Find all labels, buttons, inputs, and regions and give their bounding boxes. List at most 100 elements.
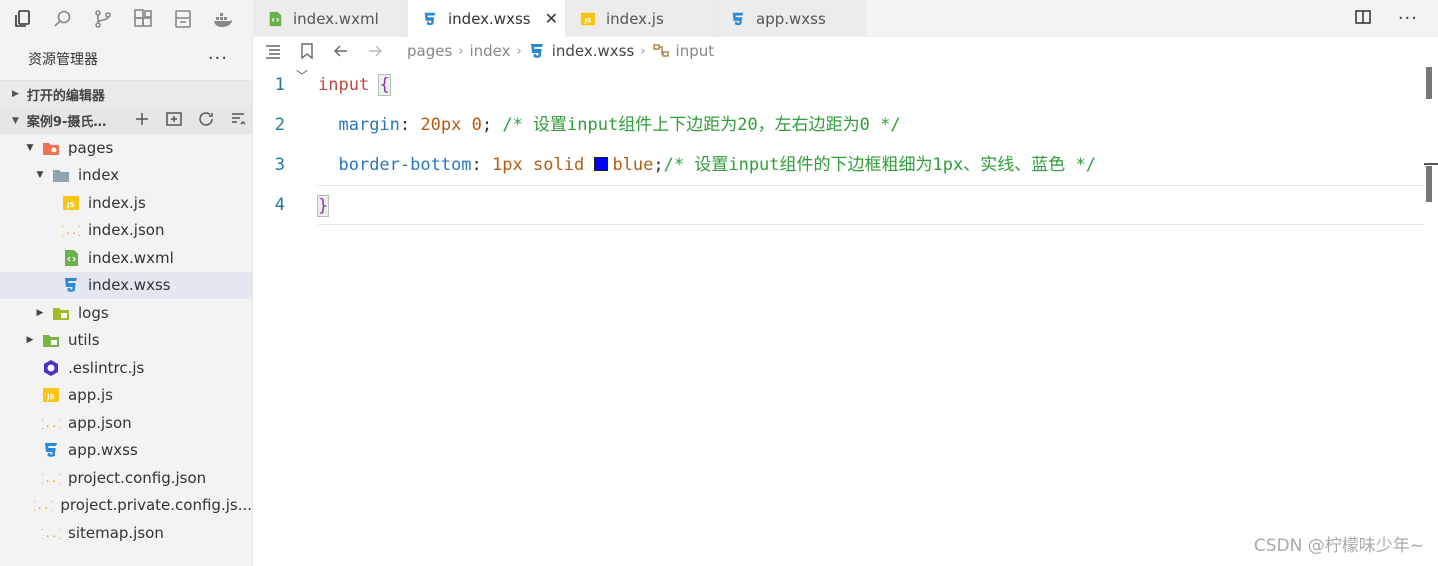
code-comment: /* 设置input组件的下边框粗细为1px、实线、蓝色 */ (663, 155, 1096, 175)
svg-text:{..}: {..} (62, 224, 80, 237)
source-control-icon[interactable] (92, 8, 114, 30)
tree-item-label: logs (78, 303, 109, 322)
chevron-right-icon: › (458, 43, 464, 59)
folder-icon (42, 331, 60, 349)
fold-chevron-icon[interactable]: ﹀ (296, 67, 308, 84)
tree-item[interactable]: app.wxss (0, 437, 252, 465)
docker-icon[interactable] (212, 8, 234, 30)
css-value: 1px (492, 155, 523, 175)
tree-item[interactable]: JS app.js (0, 382, 252, 410)
tree-item-label: app.js (68, 386, 113, 405)
search-icon[interactable] (52, 8, 74, 30)
explorer-header: 资源管理器 ··· (0, 37, 252, 80)
crumb-symbol[interactable]: input (676, 42, 715, 60)
tree-item[interactable]: ▼ index (0, 162, 252, 190)
code-line-1[interactable]: input { (318, 65, 1424, 105)
tab-label: app.wxss (756, 9, 826, 28)
bookmark-icon[interactable] (297, 41, 317, 61)
css-value: 0 (471, 115, 482, 135)
refresh-icon[interactable] (197, 110, 215, 132)
open-brace: { (378, 74, 391, 96)
json-file-icon: {..} (34, 496, 52, 514)
tab-label: index.wxss (448, 9, 531, 28)
colon: : (399, 115, 421, 135)
tree-item[interactable]: .eslintrc.js (0, 354, 252, 382)
crumb-file[interactable]: index.wxss (552, 42, 635, 60)
json-file-icon: {..} (42, 469, 60, 487)
tree-item[interactable]: {..} sitemap.json (0, 519, 252, 547)
tree-item-label: sitemap.json (68, 523, 164, 542)
svg-text:{..}: {..} (34, 499, 52, 512)
scrollbar-thumb[interactable] (1426, 67, 1432, 99)
close-brace: } (316, 195, 330, 217)
folder-icon (52, 304, 70, 322)
close-icon[interactable]: ✕ (545, 9, 558, 28)
collapse-all-icon[interactable] (229, 110, 247, 132)
tree-item[interactable]: {..} index.json (0, 217, 252, 245)
more-actions-button[interactable]: ··· (208, 48, 228, 69)
crumb-index[interactable]: index (469, 42, 510, 60)
tree-item[interactable]: {..} project.private.config.js... (0, 492, 252, 520)
collapsed-caret-icon: ▶ (26, 335, 34, 346)
tab-index-wxss[interactable]: index.wxss ✕ (408, 0, 566, 37)
tree-item[interactable]: JS index.js (0, 189, 252, 217)
forward-arrow-icon[interactable] (365, 41, 385, 61)
code-line-4[interactable]: } (316, 185, 1424, 225)
line-gutter: 1 2 3 4 ﹀ (253, 65, 313, 225)
tab-app-wxss[interactable]: app.wxss (716, 0, 866, 37)
tree-item[interactable]: {..} app.json (0, 409, 252, 437)
breadcrumb: pages › index › index.wxss › input (253, 37, 1438, 65)
more-icon[interactable]: ··· (1398, 8, 1418, 29)
open-editors-label: 打开的编辑器 (26, 88, 105, 104)
tree-item-label: app.json (68, 413, 132, 432)
tree-item-label: index.wxss (88, 276, 171, 295)
code-editor[interactable]: 1 2 3 4 ﹀ input { margin: 20px 0; /* 设置i… (253, 65, 1438, 566)
wxml-file-icon (267, 11, 283, 27)
open-editors-section[interactable]: ▶ 打开的编辑器 (0, 80, 252, 107)
project-section[interactable]: ▼ 案例9-摄氏… (0, 107, 252, 134)
explorer-sidebar: 资源管理器 ··· ▶ 打开的编辑器 ▼ 案例9-摄氏… ▼ pages ▼ inde… (0, 37, 253, 566)
back-arrow-icon[interactable] (331, 41, 351, 61)
svg-text:JS: JS (46, 393, 55, 401)
tab-index-js[interactable]: JS index.js (566, 0, 716, 37)
tree-item-label: project.config.json (68, 468, 207, 487)
outline-icon[interactable] (263, 41, 283, 61)
split-editor-icon[interactable] (1354, 8, 1372, 30)
svg-text:JS: JS (584, 17, 592, 24)
tree-item-label: index.json (88, 221, 165, 240)
explorer-icon[interactable] (12, 8, 34, 30)
code-line-3[interactable]: border-bottom: 1px solid blue;/* 设置input… (318, 145, 1424, 185)
tree-item-label: app.wxss (68, 441, 138, 460)
tree-item[interactable]: ▼ pages (0, 134, 252, 162)
scrollbar-marker[interactable] (1426, 166, 1432, 202)
css-property: margin (338, 115, 400, 135)
chevron-right-icon: › (640, 43, 646, 59)
tree-item[interactable]: index.wxml (0, 244, 252, 272)
wxss-file-icon (730, 11, 746, 27)
extensions-icon[interactable] (132, 8, 154, 30)
json-file-icon: {..} (42, 524, 60, 542)
tab-index-wxml[interactable]: index.wxml (253, 0, 408, 37)
color-swatch[interactable] (594, 157, 609, 171)
chevron-right-icon: › (516, 43, 522, 59)
js-file-icon: JS (580, 11, 596, 27)
semicolon: ; (653, 155, 664, 175)
tree-item[interactable]: ▶ logs (0, 299, 252, 327)
wxss-file-icon (42, 441, 60, 459)
tree-item[interactable]: {..} project.config.json (0, 464, 252, 492)
collapsed-caret-icon: ▶ (12, 89, 19, 99)
storage-icon[interactable] (172, 8, 194, 30)
code-line-2[interactable]: margin: 20px 0; /* 设置input组件上下边距为20，左右边距… (318, 105, 1424, 145)
overview-ruler-marker (1424, 163, 1438, 165)
tree-item[interactable]: index.wxss (0, 271, 252, 299)
tree-item[interactable]: ▶ utils (0, 327, 252, 355)
tree-item-label: pages (68, 138, 114, 157)
line-number: 3 (274, 155, 285, 175)
new-file-icon[interactable] (133, 110, 151, 132)
svg-text:{..}: {..} (42, 527, 60, 540)
new-folder-icon[interactable] (165, 110, 183, 132)
css-value: blue (612, 155, 654, 175)
crumb-pages[interactable]: pages (407, 42, 452, 60)
svg-text:JS: JS (66, 201, 75, 209)
css-file-icon (528, 42, 546, 60)
